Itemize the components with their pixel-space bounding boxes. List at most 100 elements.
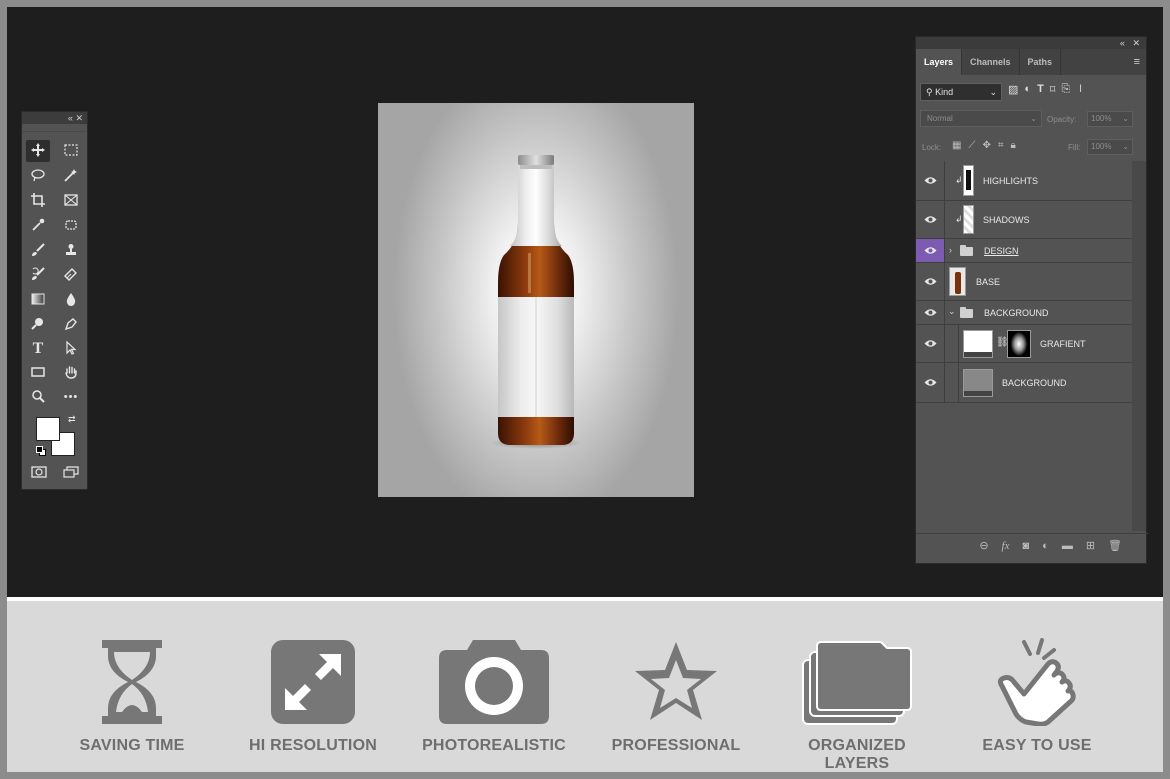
stamp-tool-icon[interactable] bbox=[59, 240, 83, 262]
fill-field[interactable]: 100% ⌄ bbox=[1087, 139, 1133, 155]
visibility-eye-icon[interactable] bbox=[916, 325, 945, 362]
layer-thumbnail bbox=[963, 165, 974, 196]
lock-all-icon[interactable]: 🔒︎ bbox=[1010, 140, 1015, 151]
blend-mode-select[interactable]: Normal ⌄ bbox=[920, 110, 1042, 127]
filter-row: ⚲ Kind ⌄ ▨ ◐ T ⌑ ⎘ ⏽ bbox=[916, 75, 1148, 109]
fill-value: 100% bbox=[1091, 142, 1112, 151]
filter-icons: ▨ ◐ T ⌑ ⎘ ⏽ bbox=[1008, 83, 1085, 96]
layer-row[interactable]: ↲ SHADOWS bbox=[916, 201, 1132, 239]
document-canvas[interactable] bbox=[378, 103, 694, 497]
type-filter-icon[interactable]: T bbox=[1037, 83, 1044, 96]
chevron-right-icon[interactable]: › bbox=[949, 245, 952, 255]
link-layers-icon[interactable]: ⊖ bbox=[979, 539, 988, 552]
foreground-color-swatch[interactable] bbox=[36, 417, 60, 441]
blur-tool-icon[interactable] bbox=[59, 289, 83, 311]
opacity-field[interactable]: 100% ⌄ bbox=[1087, 111, 1133, 127]
chevron-down-icon: ⌄ bbox=[1030, 114, 1037, 123]
layer-mask-thumbnail[interactable] bbox=[1007, 330, 1031, 358]
chevron-down-icon[interactable]: ⌄ bbox=[948, 306, 956, 317]
more-tools-icon[interactable]: ••• bbox=[59, 386, 83, 408]
magic-wand-tool-icon[interactable] bbox=[59, 165, 83, 187]
default-colors-icon[interactable] bbox=[36, 446, 46, 456]
visibility-eye-icon[interactable] bbox=[916, 263, 945, 300]
collapse-icon[interactable]: « bbox=[68, 113, 73, 123]
tab-paths[interactable]: Paths bbox=[1020, 49, 1062, 75]
lock-position-icon[interactable]: ✥ bbox=[982, 140, 990, 151]
layers-list: ↲ HIGHLIGHTS ↲ SHADOWS › DESIGN BASE ⌄ B… bbox=[916, 161, 1132, 403]
quick-mask-icon[interactable] bbox=[27, 462, 51, 484]
marquee-tool-icon[interactable] bbox=[59, 140, 83, 162]
visibility-eye-icon[interactable] bbox=[916, 363, 945, 402]
feature-label: HI RESOLUTION bbox=[249, 737, 377, 754]
new-group-icon[interactable]: ▬ bbox=[1062, 540, 1073, 552]
panel-menu-icon[interactable]: ≡ bbox=[1134, 49, 1146, 75]
eraser-tool-icon[interactable] bbox=[59, 264, 83, 286]
layer-row[interactable]: BASE bbox=[916, 263, 1132, 301]
screen-mode-icon[interactable] bbox=[59, 462, 83, 484]
collapse-icon[interactable]: « bbox=[1120, 38, 1125, 48]
path-selection-tool-icon[interactable] bbox=[59, 338, 83, 360]
visibility-eye-icon[interactable] bbox=[916, 301, 945, 324]
chevron-down-icon: ⌄ bbox=[1122, 142, 1129, 151]
rectangle-tool-icon[interactable] bbox=[26, 362, 50, 384]
image-filter-icon[interactable]: ▨ bbox=[1008, 83, 1018, 96]
add-mask-icon[interactable]: ◙ bbox=[1023, 540, 1030, 552]
gradient-tool-icon[interactable] bbox=[26, 289, 50, 311]
tools-panel-header: « ✕ bbox=[22, 112, 87, 124]
crop-tool-icon[interactable] bbox=[26, 190, 50, 212]
visibility-eye-icon[interactable] bbox=[916, 201, 945, 238]
shape-filter-icon[interactable]: ⌑ bbox=[1050, 83, 1056, 96]
layer-row[interactable]: ⛓ GRAFIENT bbox=[916, 325, 1132, 363]
close-icon[interactable]: ✕ bbox=[75, 113, 83, 123]
history-brush-tool-icon[interactable] bbox=[26, 264, 50, 286]
indent-cell bbox=[945, 325, 959, 363]
lasso-tool-icon[interactable] bbox=[26, 165, 50, 187]
new-layer-icon[interactable]: ⊞ bbox=[1086, 539, 1095, 552]
move-tool-icon[interactable] bbox=[26, 140, 50, 162]
adjustment-filter-icon[interactable]: ◐ bbox=[1024, 83, 1031, 96]
pen-tool-icon[interactable] bbox=[59, 314, 83, 336]
panel-grip[interactable] bbox=[22, 124, 87, 132]
layer-name: GRAFIENT bbox=[1040, 339, 1086, 349]
lock-artboard-icon[interactable]: ⌗ bbox=[998, 140, 1004, 151]
layer-group-row[interactable]: ⌄ BACKGROUND bbox=[916, 301, 1132, 325]
filter-kind-select[interactable]: ⚲ Kind ⌄ bbox=[920, 83, 1002, 101]
layer-style-icon[interactable]: fx bbox=[1002, 540, 1010, 552]
layer-row[interactable]: BACKGROUND bbox=[916, 363, 1132, 403]
tab-channels[interactable]: Channels bbox=[962, 49, 1020, 75]
hand-tool-icon[interactable] bbox=[59, 362, 83, 384]
smart-object-filter-icon[interactable]: ⎘ bbox=[1061, 83, 1070, 96]
feature-label: PROFESSIONAL bbox=[611, 737, 741, 754]
close-icon[interactable]: ✕ bbox=[1132, 38, 1140, 48]
layer-thumbnail bbox=[963, 205, 974, 234]
lock-transparency-icon[interactable]: ▦ bbox=[952, 140, 961, 151]
filter-toggle-icon[interactable]: ⏽ bbox=[1076, 83, 1085, 96]
blend-mode-value: Normal bbox=[927, 114, 953, 123]
layers-scrollbar[interactable] bbox=[1132, 161, 1146, 531]
type-tool-icon[interactable]: T bbox=[26, 338, 50, 360]
lock-label: Lock: bbox=[922, 143, 942, 152]
feature-label: ORGANIZED LAYERS bbox=[808, 737, 906, 772]
feature-label: PHOTOREALISTIC bbox=[422, 737, 566, 754]
swap-colors-icon[interactable]: ⇄ bbox=[68, 414, 76, 425]
layer-group-row[interactable]: › DESIGN bbox=[916, 239, 1132, 263]
eyedropper-tool-icon[interactable] bbox=[26, 215, 50, 237]
brush-tool-icon[interactable] bbox=[26, 240, 50, 262]
visibility-eye-icon[interactable] bbox=[916, 161, 945, 200]
lock-pixels-icon[interactable]: ⟋ bbox=[968, 140, 975, 151]
visibility-eye-icon[interactable] bbox=[916, 239, 945, 262]
zoom-tool-icon[interactable] bbox=[26, 386, 50, 408]
dodge-tool-icon[interactable] bbox=[26, 314, 50, 336]
tab-layers[interactable]: Layers bbox=[916, 49, 963, 75]
spot-healing-tool-icon[interactable] bbox=[59, 215, 83, 237]
feature-organized-layers: ORGANIZED LAYERS bbox=[777, 637, 937, 773]
trash-icon[interactable]: 🗑︎ bbox=[1108, 539, 1122, 552]
chevron-down-icon: ⌄ bbox=[1122, 114, 1129, 123]
layer-thumbnail bbox=[963, 369, 993, 397]
feature-professional: PROFESSIONAL bbox=[596, 637, 756, 755]
adjustment-layer-icon[interactable]: ◐ bbox=[1042, 540, 1049, 552]
clipping-arrow-icon: ↲ bbox=[955, 214, 963, 224]
frame-tool-icon[interactable] bbox=[59, 190, 83, 212]
layer-row[interactable]: ↲ HIGHLIGHTS bbox=[916, 161, 1132, 201]
layer-name: BASE bbox=[976, 277, 1001, 287]
